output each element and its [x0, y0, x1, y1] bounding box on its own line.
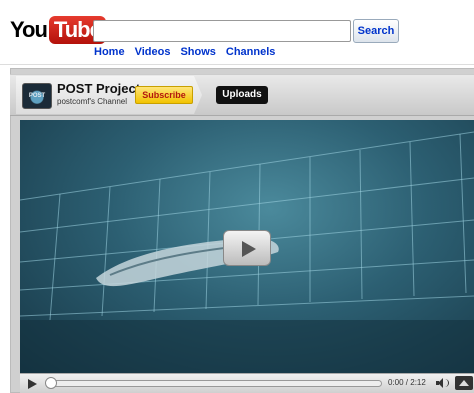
search-button[interactable]: Search — [353, 19, 399, 43]
header-divider — [0, 64, 474, 65]
main-nav: Home Videos Shows Channels — [94, 46, 275, 58]
nav-home[interactable]: Home — [94, 46, 125, 58]
progress-handle[interactable] — [45, 377, 57, 389]
progress-bar[interactable] — [46, 380, 382, 387]
channel-title[interactable]: POST Project — [57, 81, 140, 96]
big-play-button[interactable] — [223, 230, 271, 266]
avatar-text: POST — [28, 93, 46, 99]
channel-subtitle: postcomf's Channel — [57, 97, 128, 106]
logo-you-text: You — [10, 17, 48, 42]
nav-channels[interactable]: Channels — [226, 46, 276, 58]
search-input[interactable] — [93, 20, 351, 42]
youtube-logo[interactable]: You Tube — [10, 16, 106, 44]
channel-avatar[interactable]: POST — [22, 83, 52, 109]
tab-uploads[interactable]: Uploads — [216, 86, 268, 104]
subscribe-button[interactable]: Subscribe — [135, 86, 193, 104]
fullscreen-icon[interactable] — [455, 376, 473, 390]
page: { "header": { "logo_you": "You", "logo_t… — [0, 0, 474, 393]
nav-shows[interactable]: Shows — [180, 46, 215, 58]
play-icon[interactable] — [28, 379, 37, 389]
nav-videos[interactable]: Videos — [135, 46, 171, 58]
volume-icon[interactable] — [436, 378, 450, 388]
time-display: 0:00 / 2:12 — [388, 378, 426, 387]
